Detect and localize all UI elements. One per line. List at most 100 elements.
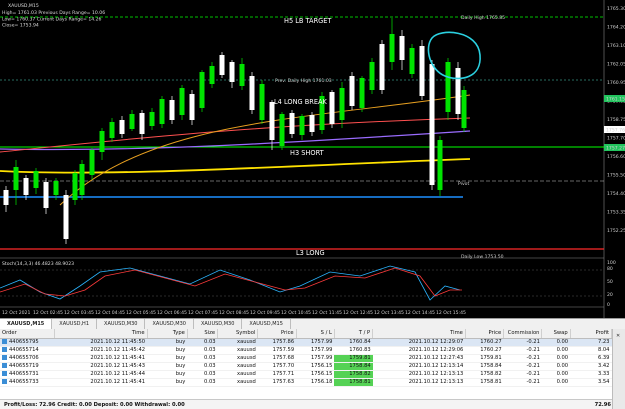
order-icon (2, 371, 7, 376)
table-row[interactable]: 440655795 2021.10.12 11:45:50 buy 0.03 xauus… (0, 338, 612, 347)
cell-sl: 1757.99 (296, 338, 335, 347)
terminal-history: Order Time Type Size Symbol Price S / L … (0, 329, 625, 409)
candle-body (399, 36, 405, 60)
cell-order: 440655795 (0, 338, 55, 347)
candle-body (179, 88, 185, 115)
chart-canvas[interactable]: XAUUSD,M15High= 1761.03 Previous Days Ra… (0, 0, 625, 318)
time-tick-label: 12 Oct 08:45 (219, 310, 249, 316)
tab-xauusd-m15[interactable]: XAUUSD,M15 (0, 319, 53, 329)
info-line: Close= 1753.94 (2, 23, 39, 29)
col-sl[interactable]: S / L (296, 329, 335, 339)
col-time[interactable]: Time (54, 329, 148, 339)
candle-body (455, 68, 461, 114)
cell-time: 2021.10.12 11:45:50 (54, 338, 148, 347)
time-tick-label: 12 Oct 04:45 (95, 310, 125, 316)
cell-commission: -0.21 (503, 362, 542, 371)
candle-body (419, 46, 425, 96)
cell-order: 440655706 (0, 354, 55, 363)
col-size[interactable]: Size (187, 329, 219, 339)
col-type[interactable]: Type (147, 329, 188, 339)
col-swap[interactable]: Swap (541, 329, 571, 339)
candle-body (129, 114, 135, 129)
table-row[interactable]: 440655719 2021.10.12 11:45:43 buy 0.03 xauus… (0, 362, 612, 371)
order-icon (2, 347, 7, 352)
toolbox-close-icon[interactable]: ✕ (616, 333, 620, 339)
tab-xauusd-h1[interactable]: XAUUSD,H1 (52, 319, 98, 329)
cell-close-price: 1758.81 (465, 378, 504, 387)
cell-type: buy (147, 370, 188, 379)
tab-xauusd-m30-2[interactable]: XAUUSD,M30 (145, 319, 194, 329)
col-close-price[interactable]: Price (465, 329, 505, 339)
cell-profit: 8.04 (570, 346, 612, 355)
candle-body (72, 173, 78, 200)
cell-close-price: 1760.27 (465, 346, 504, 355)
cell-symbol: xauusd (217, 354, 258, 363)
cell-time: 2021.10.12 11:45:42 (54, 346, 148, 355)
label-daily-high: Daily High 1765.85 (461, 15, 505, 21)
time-tick-label: 12 Oct 11:45 (312, 310, 342, 316)
candle-body (33, 171, 39, 188)
price-tick-label: 1756.60 (607, 154, 625, 160)
col-commission[interactable]: Commission (503, 329, 543, 339)
candle-body (369, 62, 375, 90)
cell-close-time: 2021.10.12 12:29:06 (372, 346, 466, 355)
col-close-time[interactable]: Time (372, 329, 466, 339)
candle-body (409, 48, 415, 74)
cell-swap: 0.00 (541, 346, 571, 355)
tab-xauusd-m30-3[interactable]: XAUUSD,M30 (194, 319, 243, 329)
candle-body (199, 72, 205, 108)
osc-tick: 20 (607, 292, 613, 298)
table-row[interactable]: 440655714 2021.10.12 11:45:42 buy 0.03 xauus… (0, 346, 612, 355)
table-row[interactable]: 440655731 2021.10.12 11:45:44 buy 0.03 xauus… (0, 370, 612, 379)
table-row[interactable]: 440655706 2021.10.12 11:45:41 buy 0.03 xauus… (0, 354, 612, 363)
order-number: 440655714 (9, 347, 39, 353)
candle-body (329, 92, 335, 124)
col-price[interactable]: Price (257, 329, 297, 339)
osc-tick: 50 (607, 279, 613, 285)
candle-body (461, 90, 467, 128)
cell-tp: 1759.81 (334, 354, 373, 363)
table-row[interactable]: 440655733 2021.10.12 11:45:41 buy 0.03 xauus… (0, 378, 612, 387)
col-tp[interactable]: T / P (334, 329, 374, 339)
price-chart[interactable]: XAUUSD,M15 High= 1761.03 Previous Days Ra… (0, 0, 625, 318)
label-pivot: Pivot (458, 181, 469, 187)
cell-close-price: 1760.27 (465, 338, 504, 347)
candle-body (259, 84, 265, 120)
summary-text: Profit/Loss: 72.96 Credit: 0.00 Deposit:… (4, 402, 185, 408)
cell-symbol: xauusd (217, 370, 258, 379)
cell-size: 0.03 (187, 338, 218, 347)
cell-time: 2021.10.12 11:45:41 (54, 354, 148, 363)
tab-xauusd-m15-2[interactable]: XAUUSD,M15 (242, 319, 291, 329)
cell-symbol: xauusd (217, 378, 258, 387)
account-summary: Profit/Loss: 72.96 Credit: 0.00 Deposit:… (0, 399, 625, 409)
col-order[interactable]: Order (0, 329, 55, 339)
cell-tp: 1758.82 (334, 370, 373, 379)
cell-swap: 0.00 (541, 370, 571, 379)
candle-body (109, 122, 115, 138)
candle-body (299, 116, 305, 135)
candle-body (229, 62, 235, 82)
cell-commission: -0.21 (503, 370, 542, 379)
cell-order: 440655714 (0, 346, 55, 355)
summary-profit: 72.96 (594, 402, 611, 408)
cell-type: buy (147, 378, 188, 387)
cell-close-price: 1758.84 (465, 362, 504, 371)
cell-tp: 1758.81 (334, 378, 373, 387)
col-profit[interactable]: Profit (570, 329, 613, 339)
cell-time: 2021.10.12 11:45:43 (54, 362, 148, 371)
price-tick-label: 1755.50 (607, 173, 625, 179)
price-tick-label: 1760.95 (607, 80, 625, 86)
cell-size: 0.03 (187, 354, 218, 363)
time-tick-label: 12 Oct 06:45 (157, 310, 187, 316)
cell-close-time: 2021.10.12 12:27:43 (372, 354, 466, 363)
tab-xauusd-m30[interactable]: XAUUSD,M30 (97, 319, 146, 329)
col-symbol[interactable]: Symbol (217, 329, 259, 339)
cell-close-time: 2021.10.12 12:29:07 (372, 338, 466, 347)
cell-time: 2021.10.12 11:45:41 (54, 378, 148, 387)
cell-sl: 1756.15 (296, 362, 335, 371)
price-tick-label: 1762.05 (607, 62, 625, 68)
cell-symbol: xauusd (217, 346, 258, 355)
time-tick-label: 12 Oct 2021 (2, 310, 30, 316)
cell-close-price: 1759.81 (465, 354, 504, 363)
price-tag-text: 1757.76 (606, 128, 625, 134)
